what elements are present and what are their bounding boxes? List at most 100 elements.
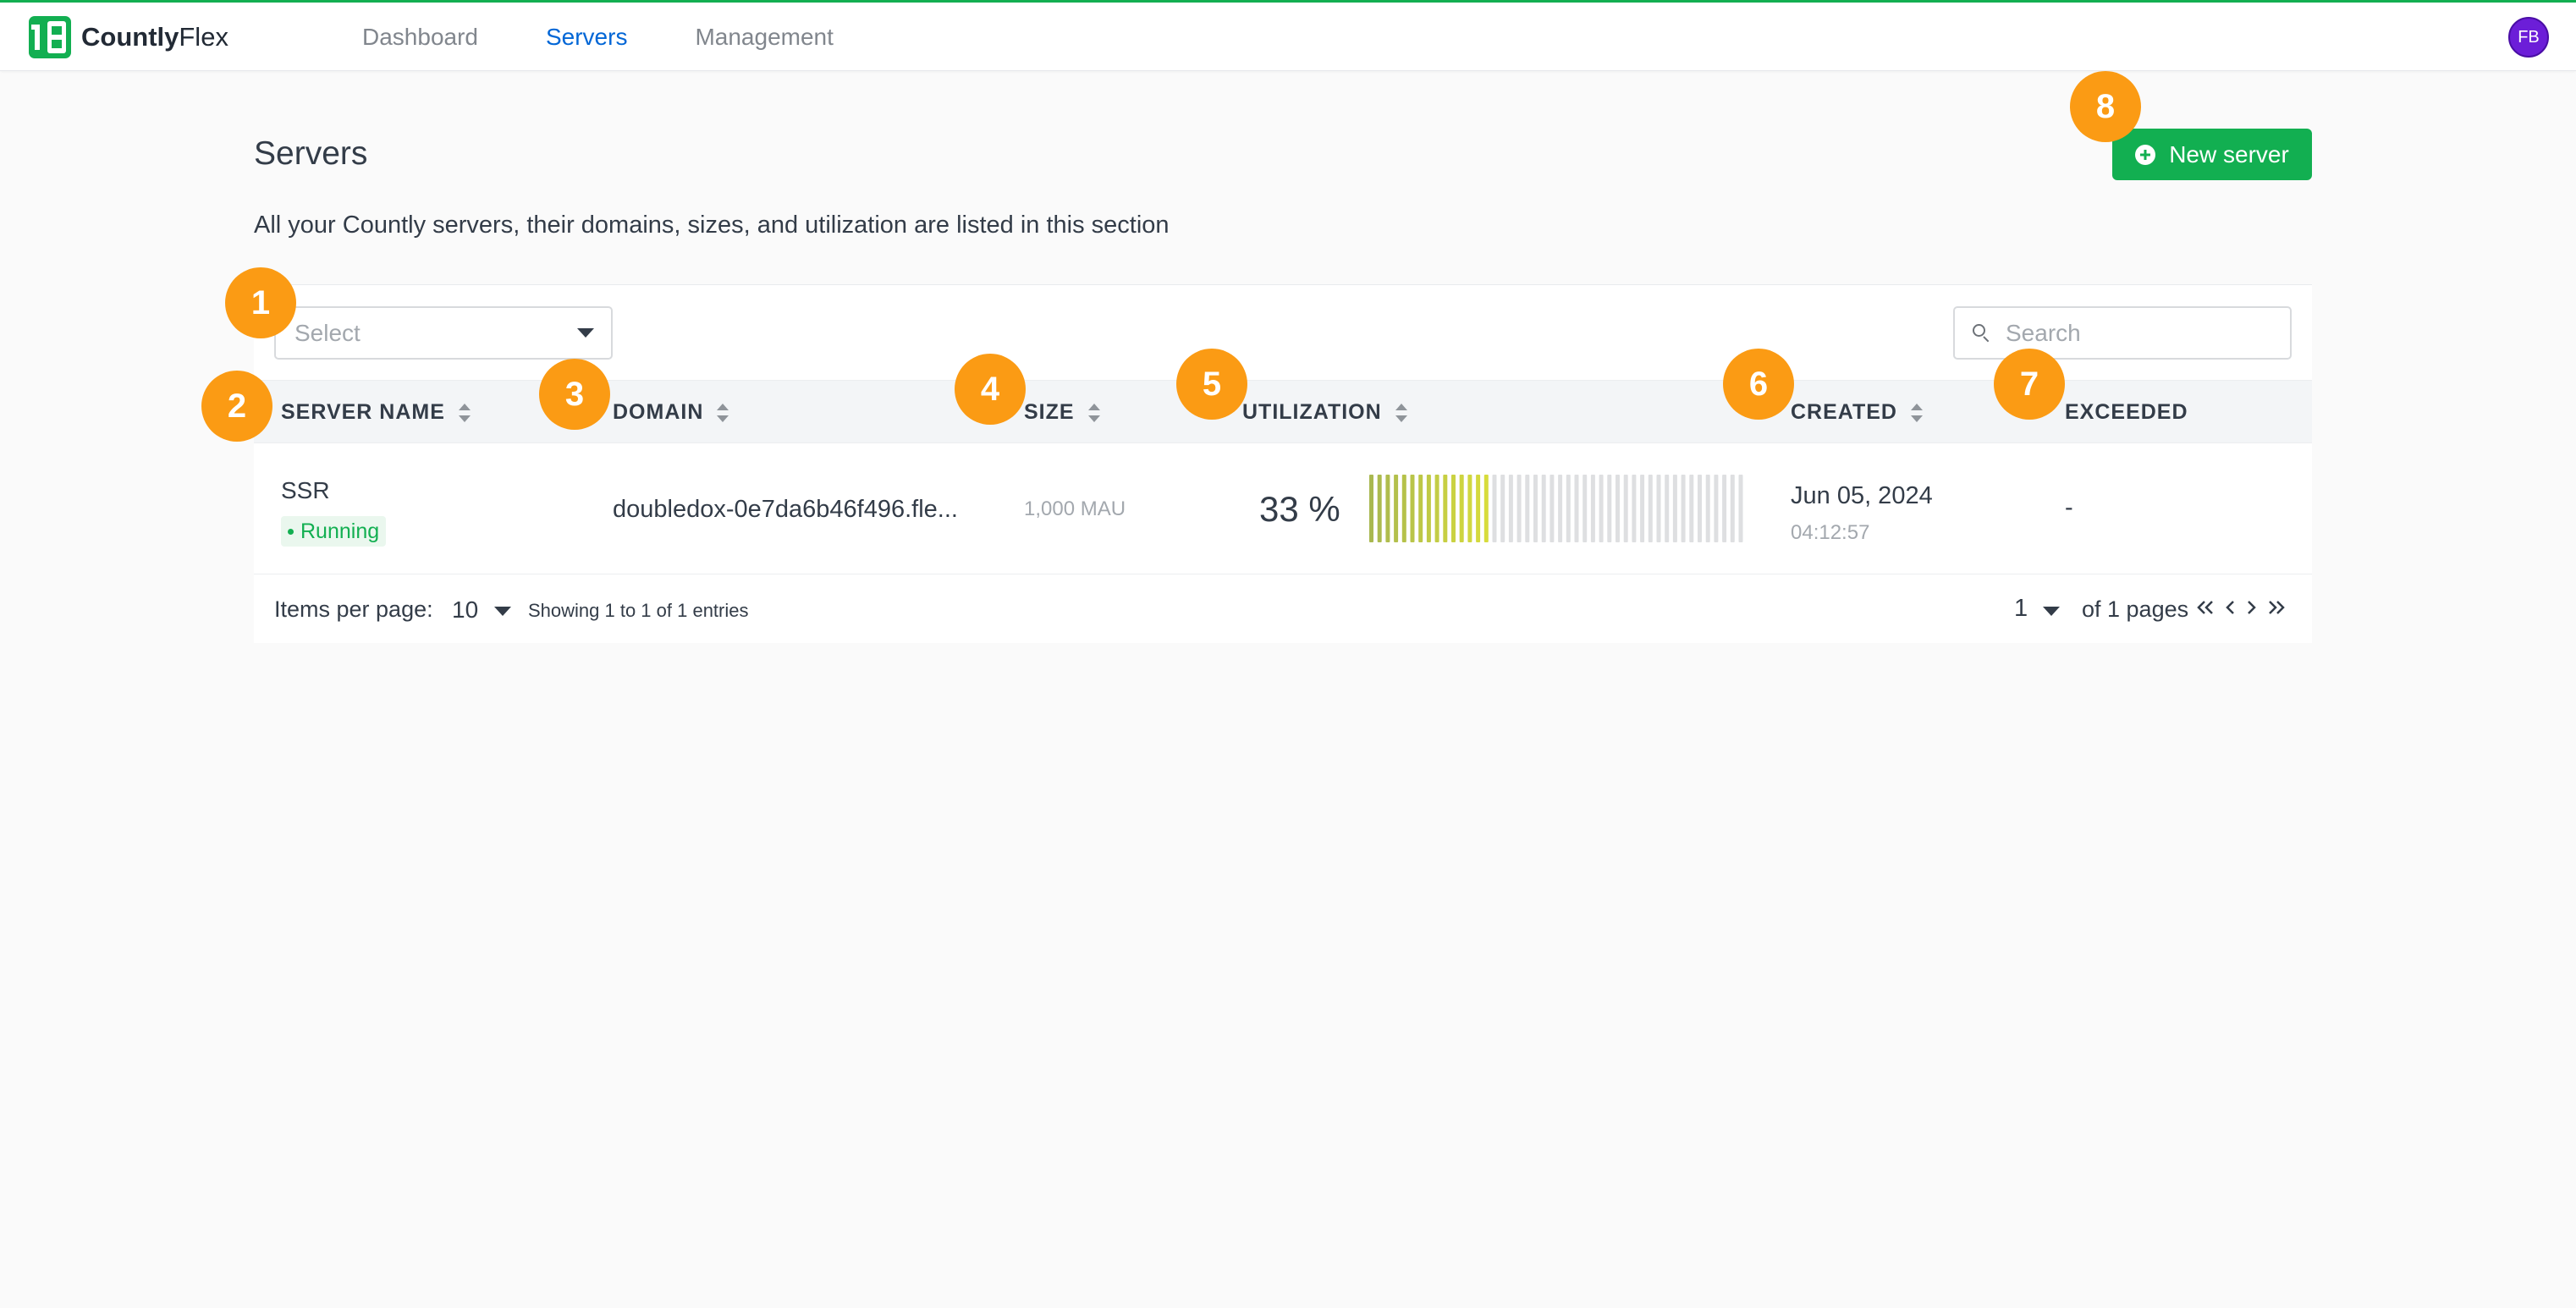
utilization-bar-empty (1672, 475, 1677, 542)
exceeded-value: - (2065, 494, 2073, 521)
utilization-bar-empty (1516, 475, 1522, 542)
utilization-bar-empty (1558, 475, 1563, 542)
caret-down-icon[interactable] (2043, 607, 2060, 616)
column-header-label: UTILIZATION (1242, 400, 1382, 424)
utilization-bar-empty (1705, 475, 1710, 542)
status-label: Running (300, 519, 380, 543)
column-header-created[interactable]: CREATED (1791, 381, 1923, 444)
next-page-icon[interactable] (2239, 595, 2263, 620)
page-title: Servers (254, 135, 368, 172)
annotation-marker-1: 1 (225, 267, 296, 338)
utilization-bar-filled (1459, 475, 1464, 542)
servers-table-card: Select SERVER NAME DOMAIN SIZE UTILIZATI… (254, 284, 2312, 643)
countly-logo-icon (29, 16, 71, 58)
utilization-bar-empty (1730, 475, 1735, 542)
utilization-bar-empty (1640, 475, 1645, 542)
utilization-percent: 33 % (1259, 489, 1340, 529)
server-name[interactable]: SSR (281, 477, 330, 504)
utilization-bar-empty (1656, 475, 1661, 542)
annotation-marker-6: 6 (1723, 349, 1794, 420)
sort-icon[interactable] (1910, 403, 1923, 422)
search-input[interactable] (2006, 319, 2276, 347)
utilization-bar-empty (1492, 475, 1497, 542)
column-header-utilization[interactable]: UTILIZATION (1242, 381, 1407, 444)
utilization-bar-empty (1623, 475, 1628, 542)
first-page-icon[interactable] (2193, 595, 2217, 620)
logo-text: CountlyFlex (81, 22, 228, 52)
column-header-server-name[interactable]: SERVER NAME (281, 381, 471, 444)
utilization-bar-empty (1582, 475, 1588, 542)
column-header-size[interactable]: SIZE (1024, 381, 1100, 444)
nav-item-servers[interactable]: Servers (546, 24, 627, 51)
utilization-bar-empty (1648, 475, 1653, 542)
column-header-label: CREATED (1791, 400, 1897, 424)
column-header-domain[interactable]: DOMAIN (613, 381, 729, 444)
nav-item-management[interactable]: Management (695, 24, 833, 51)
sort-icon[interactable] (1087, 403, 1100, 422)
utilization-bar-filled (1451, 475, 1456, 542)
caret-down-icon (577, 328, 594, 338)
utilization-bar-filled (1483, 475, 1489, 542)
utilization-bar-empty (1665, 475, 1670, 542)
items-per-page-select[interactable]: 10 (452, 596, 478, 624)
sort-icon[interactable] (717, 403, 729, 422)
new-server-label: New server (2169, 140, 2289, 168)
utilization-bar-empty (1566, 475, 1571, 542)
annotation-marker-8: 8 (2070, 71, 2141, 142)
annotation-marker-4: 4 (955, 354, 1026, 425)
created-date: Jun 05, 2024 (1791, 482, 1933, 509)
utilization-bar-filled (1467, 475, 1472, 542)
column-header-label: SIZE (1024, 400, 1075, 424)
search-box[interactable] (1953, 306, 2292, 360)
column-header-label: SERVER NAME (281, 400, 445, 424)
utilization-bar-empty (1722, 475, 1727, 542)
utilization-bar-filled (1410, 475, 1415, 542)
search-icon (1972, 323, 1992, 343)
status-dot-icon (288, 528, 294, 535)
filter-select-placeholder: Select (294, 319, 361, 346)
of-pages-text: of 1 pages (2082, 596, 2189, 622)
user-avatar[interactable]: FB (2508, 17, 2549, 58)
sort-icon[interactable] (1395, 403, 1407, 422)
utilization-bar-empty (1590, 475, 1595, 542)
utilization-bar-empty (1500, 475, 1505, 542)
plus-circle-icon (2135, 144, 2156, 165)
utilization-bar-meter (1369, 475, 1743, 542)
nav-item-dashboard[interactable]: Dashboard (362, 24, 478, 51)
filter-select[interactable]: Select (274, 306, 613, 360)
utilization-bar-filled (1377, 475, 1382, 542)
utilization-bar-empty (1549, 475, 1555, 542)
utilization-bar-empty (1616, 475, 1620, 542)
utilization-bar-empty (1681, 475, 1686, 542)
utilization-bar-empty (1541, 475, 1546, 542)
page-select[interactable]: 1 (2014, 595, 2028, 623)
utilization-bar-filled (1418, 475, 1423, 542)
last-page-icon[interactable] (2265, 595, 2288, 620)
utilization-bar-filled (1476, 475, 1481, 542)
server-domain[interactable]: doubledox-0e7da6b46f496.fle... (613, 496, 958, 524)
items-per-page-label: Items per page: (274, 596, 433, 622)
sort-icon[interactable] (458, 403, 471, 422)
utilization-bar-filled (1426, 475, 1431, 542)
utilization-bar-empty (1508, 475, 1513, 542)
column-header-label: EXCEEDED (2065, 400, 2188, 424)
status-badge: Running (281, 516, 387, 547)
caret-down-icon[interactable] (494, 607, 511, 616)
utilization-bar-empty (1525, 475, 1530, 542)
utilization-bar-filled (1401, 475, 1406, 542)
annotation-marker-2: 2 (201, 371, 272, 442)
utilization-bar-filled (1394, 475, 1399, 542)
utilization-bar-empty (1632, 475, 1637, 542)
countly-flex-logo[interactable]: CountlyFlex (29, 16, 228, 58)
new-server-button[interactable]: New server (2112, 129, 2312, 180)
logo-text-light: Flex (179, 22, 228, 52)
logo-text-bold: Countly (81, 22, 179, 52)
page-description: All your Countly servers, their domains,… (254, 212, 1170, 239)
created-time: 04:12:57 (1791, 521, 1870, 544)
utilization-bar-filled (1385, 475, 1390, 542)
utilization-bar-empty (1533, 475, 1538, 542)
utilization-bar-empty (1574, 475, 1579, 542)
server-size: 1,000 MAU (1024, 497, 1126, 520)
table-row[interactable]: SSR Running doubledox-0e7da6b46f496.fle.… (254, 443, 2312, 574)
annotation-marker-7: 7 (1994, 349, 2065, 420)
